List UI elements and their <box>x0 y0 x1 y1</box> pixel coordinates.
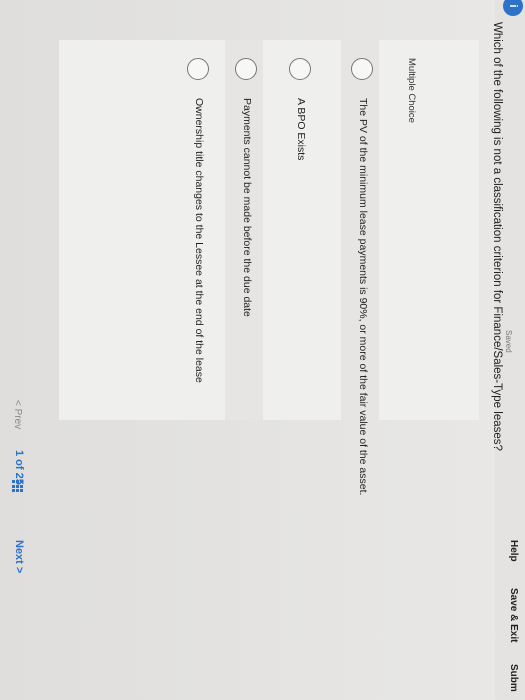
question-type-label: Multiple Choice <box>406 58 417 123</box>
prev-button[interactable]: < Prev <box>12 400 23 429</box>
next-button[interactable]: Next > <box>13 540 25 573</box>
answer-choice-label: The PV of the minimum lease payments is … <box>357 98 369 496</box>
radio-button-icon[interactable] <box>187 58 209 80</box>
app-logo-icon: i <box>503 0 523 16</box>
answer-choice-label: Ownership title changes to the Lessee at… <box>193 98 205 383</box>
help-link[interactable]: Help <box>508 540 519 562</box>
saved-status: Saved <box>504 330 513 353</box>
bottom-navigation: < Prev 1 of 25 Next > <box>0 0 25 700</box>
answer-choice-label: A BPO Exists <box>295 98 307 161</box>
radio-button-icon[interactable] <box>235 58 257 80</box>
answer-choice-c[interactable]: Payments cannot be made before the due d… <box>225 40 263 420</box>
question-grid-icon[interactable] <box>12 480 23 492</box>
radio-button-icon[interactable] <box>289 58 311 80</box>
question-text: Which of the following is not a classifi… <box>491 22 503 451</box>
answer-choice-a[interactable]: The PV of the minimum lease payments is … <box>341 40 379 495</box>
answer-choice-label: Payments cannot be made before the due d… <box>241 98 253 317</box>
submit-button[interactable]: Subm <box>508 664 519 692</box>
quiz-screen: i Saved Help Save & Exit Subm Which of t… <box>0 0 525 700</box>
answer-choice-d[interactable]: Ownership title changes to the Lessee at… <box>177 40 215 420</box>
answer-choice-b[interactable]: A BPO Exists <box>279 40 317 420</box>
radio-button-icon[interactable] <box>351 58 373 80</box>
save-exit-button[interactable]: Save & Exit <box>508 588 519 642</box>
